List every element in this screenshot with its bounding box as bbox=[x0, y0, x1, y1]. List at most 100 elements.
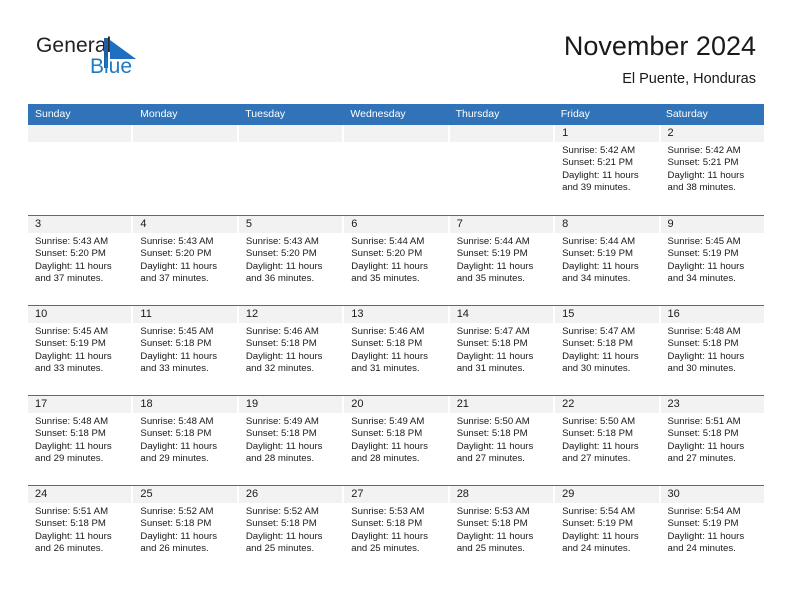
weekday-header-saturday: Saturday bbox=[665, 108, 708, 120]
day-sun-info: Sunrise: 5:50 AM Sunset: 5:18 PM Daylight:… bbox=[555, 413, 658, 466]
calendar-day-cell[interactable]: 5 Sunrise: 5:43 AM Sunset: 5:20 PM Daylight… bbox=[238, 216, 345, 305]
calendar-day-cell[interactable]: 4 Sunrise: 5:43 AM Sunset: 5:20 PM Daylight… bbox=[133, 216, 239, 305]
sunrise-text: Sunrise: 5:46 AM bbox=[245, 326, 319, 337]
day-sun-info: Sunrise: 5:42 AM Sunset: 5:21 PM Daylight:… bbox=[555, 142, 658, 195]
daylight-text-line2: and 26 minutes. bbox=[35, 543, 104, 555]
daylight-text-line1: Daylight: 11 hours bbox=[562, 530, 639, 542]
daylight-text-line1: Daylight: 11 hours bbox=[351, 530, 428, 542]
daylight-text-line1: Daylight: 11 hours bbox=[562, 440, 639, 452]
sunset-text: Sunset: 5:19 PM bbox=[562, 248, 634, 260]
day-number: 22 bbox=[555, 396, 659, 413]
day-number: 9 bbox=[660, 216, 764, 233]
sunset-text: Sunset: 5:20 PM bbox=[140, 248, 212, 260]
daylight-text-line2: and 39 minutes. bbox=[562, 182, 631, 194]
calendar-body: 1 Sunrise: 5:42 AM Sunset: 5:21 PM Daylight… bbox=[28, 125, 764, 575]
day-number: 7 bbox=[449, 216, 554, 233]
sunset-text: Sunset: 5:19 PM bbox=[667, 518, 739, 530]
day-number: 29 bbox=[555, 486, 659, 503]
calendar-day-cell[interactable]: 26 Sunrise: 5:52 AM Sunset: 5:18 PM Dayligh… bbox=[238, 486, 345, 575]
calendar-day-cell[interactable]: 19 Sunrise: 5:49 AM Sunset: 5:18 PM Dayligh… bbox=[238, 396, 345, 485]
daylight-text-line2: and 25 minutes. bbox=[245, 543, 315, 555]
calendar-day-cell-empty bbox=[133, 125, 239, 215]
sunrise-text: Sunrise: 5:54 AM bbox=[667, 506, 741, 517]
calendar-day-cell[interactable]: 29 Sunrise: 5:54 AM Sunset: 5:19 PM Dayligh… bbox=[555, 486, 661, 575]
daylight-text-line2: and 34 minutes. bbox=[667, 273, 736, 285]
day-number: 25 bbox=[133, 486, 237, 503]
daylight-text-line1: Daylight: 11 hours bbox=[351, 440, 428, 452]
calendar-day-cell[interactable]: 7 Sunrise: 5:44 AM Sunset: 5:19 PM Daylight… bbox=[449, 216, 556, 305]
sunset-text: Sunset: 5:18 PM bbox=[245, 338, 317, 350]
calendar-day-cell[interactable]: 16 Sunrise: 5:48 AM Sunset: 5:18 PM Dayligh… bbox=[660, 306, 764, 395]
day-number: 2 bbox=[660, 125, 764, 142]
calendar-day-cell[interactable]: 14 Sunrise: 5:47 AM Sunset: 5:18 PM Dayligh… bbox=[449, 306, 556, 395]
weekday-header-sunday: Sunday bbox=[35, 108, 71, 120]
sunrise-text: Sunrise: 5:46 AM bbox=[351, 326, 425, 337]
calendar-day-cell[interactable]: 23 Sunrise: 5:51 AM Sunset: 5:18 PM Dayligh… bbox=[660, 396, 764, 485]
weekday-header-monday: Monday bbox=[140, 108, 178, 120]
page-header: General Blue November 2024 El Puente, Ho… bbox=[0, 0, 792, 100]
day-number: 8 bbox=[555, 216, 659, 233]
calendar-day-cell[interactable]: 8 Sunrise: 5:44 AM Sunset: 5:19 PM Daylight… bbox=[555, 216, 661, 305]
calendar-day-cell[interactable]: 30 Sunrise: 5:54 AM Sunset: 5:19 PM Dayligh… bbox=[660, 486, 764, 575]
day-sun-info: Sunrise: 5:48 AM Sunset: 5:18 PM Daylight:… bbox=[133, 413, 236, 466]
calendar-day-cell[interactable]: 28 Sunrise: 5:53 AM Sunset: 5:18 PM Dayligh… bbox=[449, 486, 556, 575]
weekday-header-wednesday: Wednesday bbox=[350, 108, 406, 120]
day-number: 26 bbox=[238, 486, 343, 503]
sunset-text: Sunset: 5:18 PM bbox=[351, 428, 423, 440]
day-number: 19 bbox=[238, 396, 343, 413]
calendar-day-cell[interactable]: 1 Sunrise: 5:42 AM Sunset: 5:21 PM Daylight… bbox=[555, 125, 661, 215]
daylight-text-line1: Daylight: 11 hours bbox=[140, 350, 218, 362]
daylight-text-line2: and 32 minutes. bbox=[245, 363, 315, 375]
day-number: 14 bbox=[449, 306, 554, 323]
calendar-day-cell[interactable]: 25 Sunrise: 5:52 AM Sunset: 5:18 PM Dayligh… bbox=[133, 486, 239, 575]
sunset-text: Sunset: 5:19 PM bbox=[456, 248, 528, 260]
calendar-day-cell[interactable]: 2 Sunrise: 5:42 AM Sunset: 5:21 PM Daylight… bbox=[660, 125, 764, 215]
sunset-text: Sunset: 5:19 PM bbox=[562, 518, 634, 530]
daylight-text-line2: and 28 minutes. bbox=[245, 453, 315, 465]
calendar-day-cell[interactable]: 27 Sunrise: 5:53 AM Sunset: 5:18 PM Dayligh… bbox=[344, 486, 450, 575]
day-sun-info: Sunrise: 5:54 AM Sunset: 5:19 PM Daylight:… bbox=[661, 503, 764, 556]
sunrise-text: Sunrise: 5:45 AM bbox=[35, 326, 109, 337]
sunset-text: Sunset: 5:19 PM bbox=[35, 338, 106, 350]
daylight-text-line1: Daylight: 11 hours bbox=[351, 350, 428, 362]
calendar-day-cell[interactable]: 3 Sunrise: 5:43 AM Sunset: 5:20 PM Daylight… bbox=[28, 216, 134, 305]
calendar-day-cell[interactable]: 15 Sunrise: 5:47 AM Sunset: 5:18 PM Dayligh… bbox=[555, 306, 661, 395]
calendar-day-cell[interactable]: 13 Sunrise: 5:46 AM Sunset: 5:18 PM Dayligh… bbox=[344, 306, 450, 395]
daylight-text-line2: and 29 minutes. bbox=[140, 453, 209, 465]
weekday-header-friday: Friday bbox=[560, 108, 590, 120]
calendar-day-cell[interactable]: 21 Sunrise: 5:50 AM Sunset: 5:18 PM Dayligh… bbox=[449, 396, 556, 485]
day-sun-info: Sunrise: 5:52 AM Sunset: 5:18 PM Daylight:… bbox=[239, 503, 342, 556]
calendar-day-cell[interactable]: 24 Sunrise: 5:51 AM Sunset: 5:18 PM Dayligh… bbox=[28, 486, 134, 575]
daylight-text-line2: and 33 minutes. bbox=[35, 363, 104, 375]
weekday-header-tuesday: Tuesday bbox=[245, 108, 286, 120]
day-number: 27 bbox=[344, 486, 448, 503]
daylight-text-line2: and 24 minutes. bbox=[562, 543, 631, 555]
daylight-text-line2: and 37 minutes. bbox=[140, 273, 209, 285]
daylight-text-line2: and 28 minutes. bbox=[351, 453, 420, 465]
sunset-text: Sunset: 5:18 PM bbox=[140, 338, 212, 350]
calendar-day-cell[interactable]: 22 Sunrise: 5:50 AM Sunset: 5:18 PM Dayligh… bbox=[555, 396, 661, 485]
day-sun-info: Sunrise: 5:49 AM Sunset: 5:18 PM Daylight:… bbox=[239, 413, 342, 466]
sunrise-text: Sunrise: 5:49 AM bbox=[245, 416, 319, 427]
daylight-text-line1: Daylight: 11 hours bbox=[667, 350, 745, 362]
day-sun-info: Sunrise: 5:53 AM Sunset: 5:18 PM Daylight:… bbox=[450, 503, 553, 556]
calendar-day-cell-empty bbox=[449, 125, 556, 215]
daylight-text-line1: Daylight: 11 hours bbox=[35, 530, 112, 542]
daylight-text-line1: Daylight: 11 hours bbox=[140, 440, 218, 452]
sunset-text: Sunset: 5:20 PM bbox=[351, 248, 423, 260]
calendar-day-cell[interactable]: 17 Sunrise: 5:48 AM Sunset: 5:18 PM Dayligh… bbox=[28, 396, 134, 485]
calendar-day-cell[interactable]: 9 Sunrise: 5:45 AM Sunset: 5:19 PM Daylight… bbox=[660, 216, 764, 305]
brand-logo[interactable]: General Blue bbox=[36, 34, 206, 86]
sunset-text: Sunset: 5:18 PM bbox=[667, 338, 739, 350]
day-sun-info: Sunrise: 5:43 AM Sunset: 5:20 PM Daylight:… bbox=[133, 233, 236, 286]
calendar-day-cell[interactable]: 20 Sunrise: 5:49 AM Sunset: 5:18 PM Dayligh… bbox=[344, 396, 450, 485]
calendar-day-cell[interactable]: 6 Sunrise: 5:44 AM Sunset: 5:20 PM Daylight… bbox=[344, 216, 450, 305]
daylight-text-line2: and 26 minutes. bbox=[140, 543, 209, 555]
calendar-day-cell[interactable]: 11 Sunrise: 5:45 AM Sunset: 5:18 PM Dayligh… bbox=[133, 306, 239, 395]
calendar-day-cell[interactable]: 12 Sunrise: 5:46 AM Sunset: 5:18 PM Dayligh… bbox=[238, 306, 345, 395]
calendar-day-cell[interactable]: 10 Sunrise: 5:45 AM Sunset: 5:19 PM Dayligh… bbox=[28, 306, 134, 395]
sunset-text: Sunset: 5:18 PM bbox=[35, 518, 106, 530]
day-sun-info: Sunrise: 5:48 AM Sunset: 5:18 PM Daylight:… bbox=[28, 413, 131, 466]
calendar-day-cell[interactable]: 18 Sunrise: 5:48 AM Sunset: 5:18 PM Dayligh… bbox=[133, 396, 239, 485]
sunset-text: Sunset: 5:18 PM bbox=[245, 428, 317, 440]
